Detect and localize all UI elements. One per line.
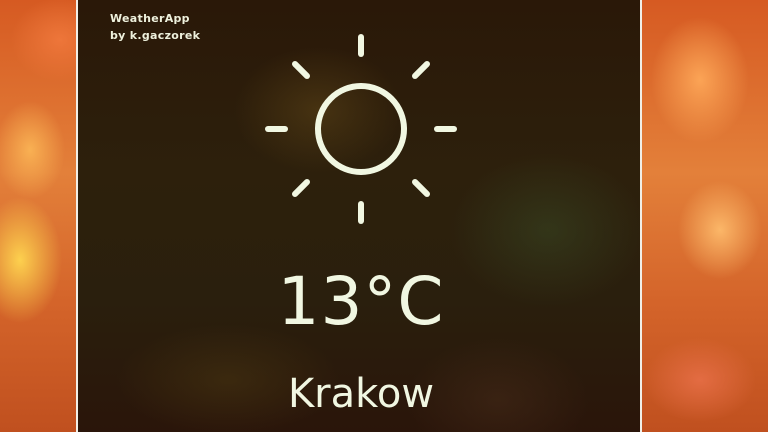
- app-credit: WeatherApp by k.gaczorek: [110, 10, 200, 44]
- city-name: Krakow: [287, 371, 435, 417]
- sun-icon: [265, 34, 457, 224]
- app-title: WeatherApp: [110, 12, 190, 25]
- weather-card: WeatherApp by k.gaczorek 13°C Krakow: [76, 0, 642, 432]
- app-author: by k.gaczorek: [110, 29, 201, 42]
- temperature-readout: 13°C: [277, 263, 445, 340]
